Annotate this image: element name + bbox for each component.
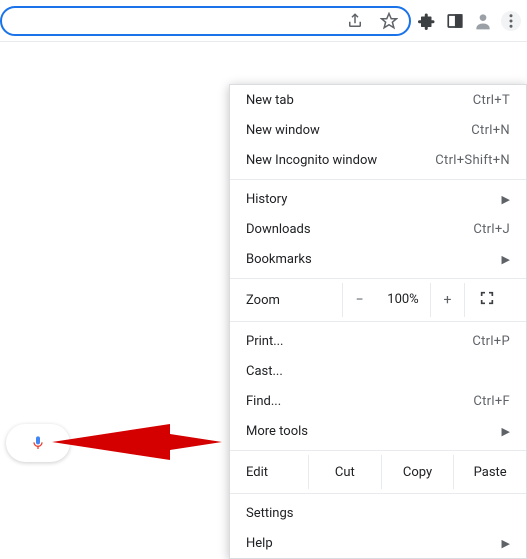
menu-label: Settings (246, 506, 293, 521)
menu-label: Bookmarks (246, 252, 312, 267)
shortcut: Ctrl+P (472, 334, 510, 349)
menu-find[interactable]: Find... Ctrl+F (230, 386, 526, 416)
menu-label: Help (246, 536, 273, 551)
chevron-right-icon: ▶ (502, 253, 510, 266)
zoom-in-button[interactable]: + (430, 283, 464, 317)
edit-cut-button[interactable]: Cut (308, 455, 381, 489)
more-vert-icon[interactable] (501, 11, 521, 31)
chevron-right-icon: ▶ (502, 193, 510, 206)
menu-help[interactable]: Help ▶ (230, 528, 526, 558)
menu-separator (230, 321, 526, 322)
zoom-out-button[interactable]: − (342, 283, 376, 317)
menu-label: Edit (230, 455, 308, 489)
menu-settings[interactable]: Settings (230, 498, 526, 528)
menu-new-window[interactable]: New window Ctrl+N (230, 115, 526, 145)
menu-zoom: Zoom − 100% + (230, 283, 526, 317)
menu-cast[interactable]: Cast... (230, 356, 526, 386)
browser-menu: New tab Ctrl+T New window Ctrl+N New Inc… (229, 84, 527, 559)
voice-search-button[interactable] (6, 424, 70, 462)
menu-label: More tools (246, 424, 308, 439)
menu-edit: Edit Cut Copy Paste (230, 455, 526, 489)
menu-label: History (246, 192, 287, 207)
menu-history[interactable]: History ▶ (230, 184, 526, 214)
menu-label: Downloads (246, 222, 311, 237)
edit-copy-button[interactable]: Copy (381, 455, 454, 489)
shortcut: Ctrl+J (473, 222, 510, 237)
menu-bookmarks[interactable]: Bookmarks ▶ (230, 244, 526, 274)
menu-label: New window (246, 123, 320, 138)
menu-more-tools[interactable]: More tools ▶ (230, 416, 526, 446)
arrow-annotation-icon (52, 420, 222, 464)
shortcut: Ctrl+Shift+N (435, 153, 510, 168)
menu-downloads[interactable]: Downloads Ctrl+J (230, 214, 526, 244)
chevron-right-icon: ▶ (502, 537, 510, 550)
menu-new-tab[interactable]: New tab Ctrl+T (230, 85, 526, 115)
sidepanel-icon[interactable] (445, 11, 465, 31)
page-content: New tab Ctrl+T New window Ctrl+N New Inc… (0, 42, 527, 500)
menu-separator (230, 278, 526, 279)
omnibox[interactable] (0, 6, 411, 36)
menu-print[interactable]: Print... Ctrl+P (230, 326, 526, 356)
menu-label: New Incognito window (246, 153, 377, 168)
extensions-icon[interactable] (417, 11, 437, 31)
microphone-icon (30, 433, 46, 453)
chevron-right-icon: ▶ (502, 425, 510, 438)
shortcut: Ctrl+N (471, 123, 510, 138)
fullscreen-button[interactable] (464, 283, 508, 317)
share-icon[interactable] (345, 11, 365, 31)
fullscreen-icon (479, 290, 495, 310)
menu-new-incognito[interactable]: New Incognito window Ctrl+Shift+N (230, 145, 526, 175)
omnibox-actions (345, 11, 399, 31)
profile-icon[interactable] (473, 11, 493, 31)
menu-label: Zoom (246, 293, 342, 308)
shortcut: Ctrl+F (473, 394, 510, 409)
menu-label: Find... (246, 394, 281, 409)
star-icon[interactable] (379, 11, 399, 31)
browser-toolbar (0, 0, 527, 42)
menu-separator (230, 493, 526, 494)
menu-separator (230, 450, 526, 451)
zoom-percent: 100% (376, 283, 430, 317)
menu-label: Print... (246, 334, 283, 349)
menu-label: New tab (246, 93, 294, 108)
edit-paste-button[interactable]: Paste (453, 455, 526, 489)
menu-label: Cast... (246, 364, 283, 379)
shortcut: Ctrl+T (473, 93, 510, 108)
menu-separator (230, 179, 526, 180)
